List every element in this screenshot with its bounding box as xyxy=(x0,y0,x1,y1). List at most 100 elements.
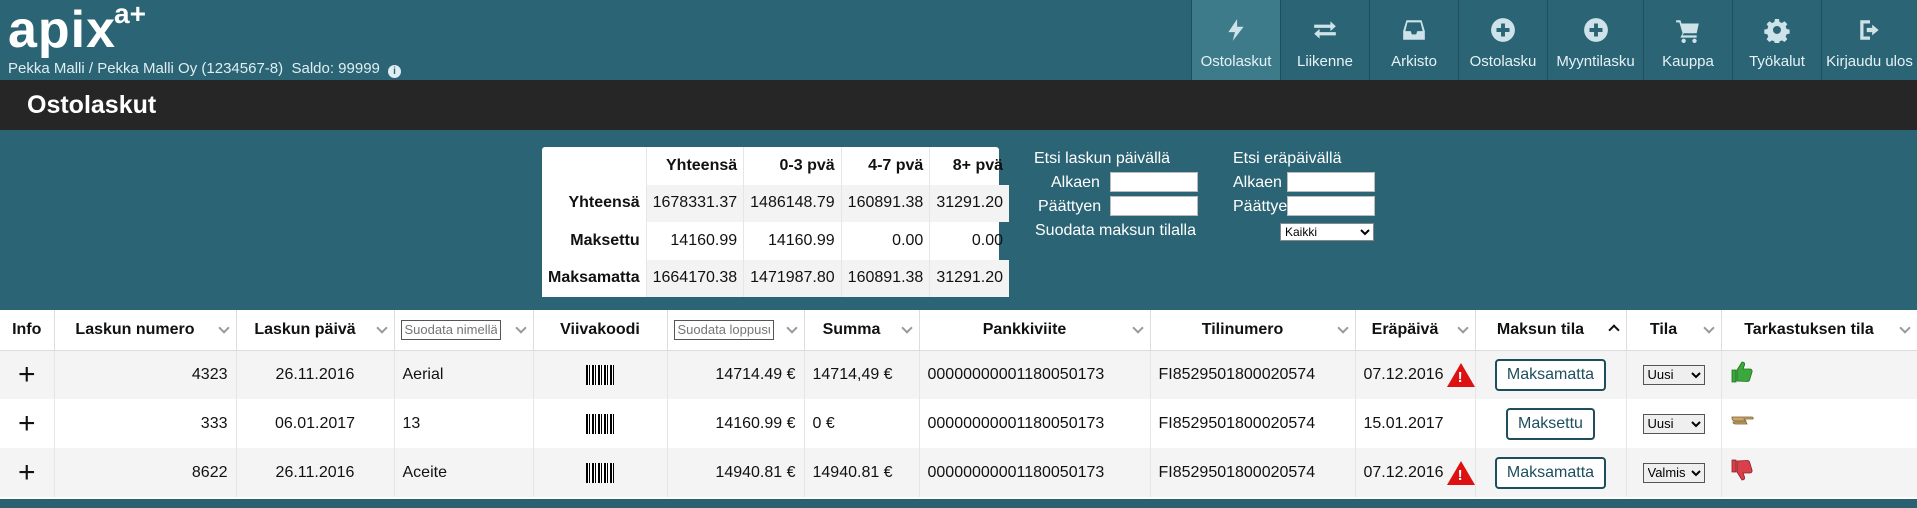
state-select[interactable]: Uusi xyxy=(1642,413,1705,434)
pay-status-button[interactable]: Maksamatta xyxy=(1494,358,1607,391)
thumbs-side-icon[interactable] xyxy=(1730,409,1754,433)
amount-filter-input[interactable] xyxy=(673,319,774,340)
invoice-date: 06.01.2017 xyxy=(236,399,395,448)
nav-arkisto[interactable]: Arkisto xyxy=(1369,0,1458,80)
summary-cell: 160891.38 xyxy=(840,184,930,222)
nav-ostolaskut[interactable]: Ostolaskut xyxy=(1191,0,1280,80)
col-name xyxy=(394,310,534,351)
summary-header-8plus: 8+ pvä xyxy=(929,147,1010,185)
invoice-due: 07.12.2016 xyxy=(1363,365,1444,383)
chevron-down-icon[interactable] xyxy=(1336,322,1349,334)
pay-status-cell: Maksettu xyxy=(1475,399,1627,448)
review-cell xyxy=(1721,448,1917,497)
table-row[interactable]: + 4323 26.11.2016 Aerial 14714.49 € 1471… xyxy=(0,350,1917,399)
chevron-up-icon[interactable] xyxy=(1607,324,1620,336)
invoice-amount: 14714.49 € xyxy=(667,350,805,399)
state-select[interactable]: Valmis xyxy=(1642,462,1705,483)
name-filter-input[interactable] xyxy=(400,319,501,340)
summary-cell: 31291.20 xyxy=(929,184,1010,222)
barcode-icon[interactable] xyxy=(586,413,614,434)
gear-icon xyxy=(1764,18,1790,43)
summary-cell: 31291.20 xyxy=(929,259,1010,297)
status-filter-select[interactable]: Kaikki xyxy=(1280,223,1374,241)
due-to-input[interactable] xyxy=(1287,196,1375,216)
col-account[interactable]: Tilinumero xyxy=(1150,310,1356,351)
chevron-down-icon[interactable] xyxy=(375,322,388,334)
invoice-from-input[interactable] xyxy=(1110,172,1198,192)
summary-cell: 14160.99 xyxy=(645,222,744,260)
pay-status-cell: Maksamatta xyxy=(1475,350,1627,399)
nav-ostolasku[interactable]: Ostolasku xyxy=(1458,0,1547,80)
invoice-account: FI8529501800020574 xyxy=(1150,448,1356,497)
main-nav: Ostolaskut Liikenne Arkisto Ostolasku My… xyxy=(1191,0,1917,80)
col-review[interactable]: Tarkastuksen tila xyxy=(1721,310,1917,351)
plus-icon[interactable]: + xyxy=(18,456,36,489)
inbox-icon xyxy=(1403,20,1425,40)
nav-kirjaudu-ulos[interactable]: Kirjaudu ulos xyxy=(1821,0,1917,80)
nav-liikenne[interactable]: Liikenne xyxy=(1280,0,1369,80)
barcode-cell[interactable] xyxy=(533,448,668,497)
col-number[interactable]: Laskun numero xyxy=(54,310,237,351)
table-row[interactable]: + 8622 26.11.2016 Aceite 14940.81 € 1494… xyxy=(0,448,1917,497)
thumbs-down-icon[interactable] xyxy=(1730,458,1754,482)
barcode-cell[interactable] xyxy=(533,350,668,399)
chevron-down-icon[interactable] xyxy=(217,322,230,334)
chevron-down-icon[interactable] xyxy=(1898,322,1911,334)
invoice-table: Info Laskun numero Laskun päivä Viivakoo… xyxy=(0,310,1917,499)
chevron-down-icon[interactable] xyxy=(1702,322,1715,334)
table-row[interactable]: + 333 06.01.2017 13 14160.99 € 0 € 00000… xyxy=(0,399,1917,448)
title-bar: Ostolaskut xyxy=(0,80,1917,130)
plus-icon[interactable]: + xyxy=(18,358,36,391)
account-name: Pekka Malli / Pekka Malli Oy (1234567-8) xyxy=(8,60,284,77)
col-pay-status[interactable]: Maksun tila xyxy=(1475,310,1627,351)
state-select[interactable]: Uusi xyxy=(1642,364,1705,385)
summary-row-label: Maksamatta xyxy=(542,259,647,297)
col-due[interactable]: Eräpäivä xyxy=(1355,310,1476,351)
col-reference[interactable]: Pankkiviite xyxy=(919,310,1151,351)
summary-cell: 0.00 xyxy=(840,222,930,260)
invoice-date: 26.11.2016 xyxy=(236,448,395,497)
expand-cell[interactable]: + xyxy=(0,399,55,448)
plus-circle-icon xyxy=(1583,18,1608,42)
col-date[interactable]: Laskun päivä xyxy=(236,310,395,351)
chevron-down-icon[interactable] xyxy=(514,322,527,334)
chevron-down-icon[interactable] xyxy=(1456,322,1469,334)
top-bar: apix a+ Pekka Malli / Pekka Malli Oy (12… xyxy=(0,0,1917,80)
pay-status-button[interactable]: Maksamatta xyxy=(1494,456,1607,489)
col-info: Info xyxy=(0,310,55,351)
chevron-down-icon[interactable] xyxy=(785,322,798,334)
account-info: Pekka Malli / Pekka Malli Oy (1234567-8)… xyxy=(8,60,402,78)
invoice-from-label: Alkaen xyxy=(1051,174,1100,191)
thumbs-up-icon[interactable] xyxy=(1730,360,1754,384)
invoice-due: 07.12.2016 xyxy=(1363,463,1444,481)
invoice-to-input[interactable] xyxy=(1110,196,1198,216)
invoice-date: 26.11.2016 xyxy=(236,350,395,399)
barcode-icon[interactable] xyxy=(586,462,614,483)
invoice-reference: 00000000001180050173 xyxy=(919,448,1151,497)
state-cell: Uusi xyxy=(1626,350,1722,399)
invoice-sum: 14714,49 € xyxy=(804,350,920,399)
due-from-input[interactable] xyxy=(1287,172,1375,192)
col-state[interactable]: Tila xyxy=(1626,310,1722,351)
invoice-to-label: Päättyen xyxy=(1038,198,1102,215)
warning-icon xyxy=(1446,460,1474,485)
invoice-name: Aerial xyxy=(394,350,534,399)
col-sum[interactable]: Summa xyxy=(804,310,920,351)
due-cell: 07.12.2016 xyxy=(1355,448,1476,497)
expand-cell[interactable]: + xyxy=(0,448,55,497)
barcode-icon[interactable] xyxy=(586,364,614,385)
nav-kauppa[interactable]: Kauppa xyxy=(1643,0,1732,80)
apix-logo[interactable]: apix xyxy=(8,4,116,56)
nav-tyokalut[interactable]: Työkalut xyxy=(1732,0,1821,80)
nav-myyntilasku[interactable]: Myyntilasku xyxy=(1547,0,1643,80)
chevron-down-icon[interactable] xyxy=(900,322,913,334)
plus-icon[interactable]: + xyxy=(18,407,36,440)
invoice-sum: 0 € xyxy=(804,399,920,448)
expand-cell[interactable]: + xyxy=(0,350,55,399)
info-icon[interactable]: i xyxy=(388,65,402,78)
barcode-cell[interactable] xyxy=(533,399,668,448)
chevron-down-icon[interactable] xyxy=(1131,322,1144,334)
summary-header-empty xyxy=(542,147,646,185)
pay-status-button[interactable]: Maksettu xyxy=(1506,407,1595,440)
review-cell xyxy=(1721,350,1917,399)
